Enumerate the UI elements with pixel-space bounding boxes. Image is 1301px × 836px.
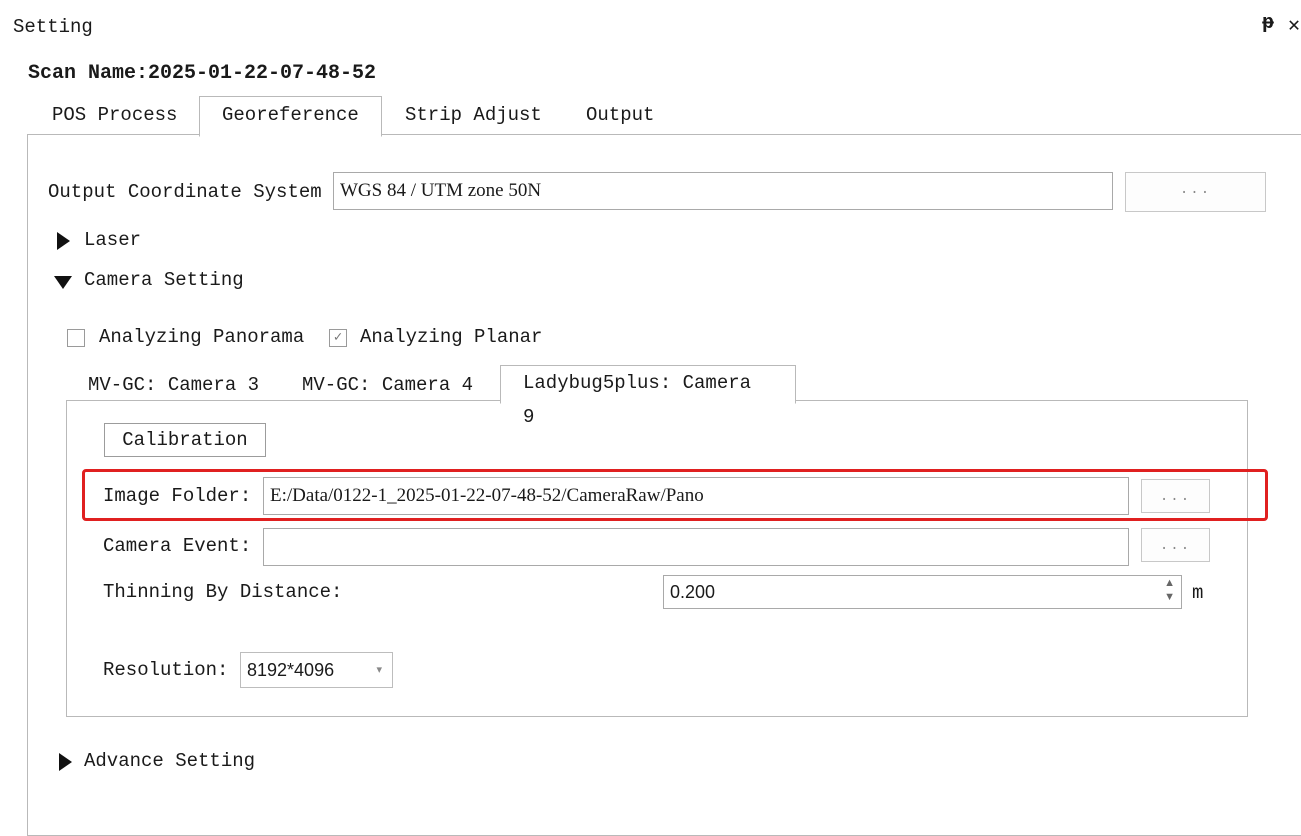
camera-event-label: Camera Event: <box>103 535 252 557</box>
calibration-button[interactable]: Calibration <box>104 423 266 457</box>
thinning-label: Thinning By Distance: <box>103 581 343 603</box>
expand-right-icon[interactable] <box>59 753 72 771</box>
thinning-spinbox[interactable]: 0.200 ▲ ▼ <box>663 575 1182 609</box>
analyzing-planar-checkbox[interactable]: ✓ <box>329 329 347 347</box>
tab-georeference[interactable]: Georeference <box>199 96 382 137</box>
output-cs-label: Output Coordinate System <box>48 181 322 203</box>
analyzing-panorama-checkbox[interactable] <box>67 329 85 347</box>
highlight-box <box>82 469 1268 521</box>
laser-section-label[interactable]: Laser <box>84 229 141 251</box>
thinning-unit: m <box>1192 582 1204 604</box>
expand-right-icon[interactable] <box>57 232 70 250</box>
close-icon[interactable]: ✕ <box>1288 12 1300 38</box>
chevron-down-icon: ▾ <box>376 664 382 676</box>
pin-icon[interactable]: ᵽ <box>1262 12 1274 35</box>
tab-output[interactable]: Output <box>564 97 676 133</box>
tab-strip-adjust[interactable]: Strip Adjust <box>383 97 564 133</box>
spin-arrows-icon[interactable]: ▲ ▼ <box>1164 576 1175 604</box>
output-cs-field[interactable]: WGS 84 / UTM zone 50N <box>333 172 1113 210</box>
advance-setting-section-label[interactable]: Advance Setting <box>84 750 255 772</box>
analyzing-planar-label[interactable]: Analyzing Planar <box>360 326 542 348</box>
scan-name: Scan Name:2025-01-22-07-48-52 <box>28 62 377 85</box>
analyzing-panorama-label[interactable]: Analyzing Panorama <box>99 326 304 348</box>
thinning-value: 0.200 <box>670 582 716 602</box>
camera-event-browse-button[interactable]: ... <box>1141 528 1210 562</box>
resolution-label: Resolution: <box>103 659 229 681</box>
tab-camera-9[interactable]: Ladybug5plus: Camera 9 <box>500 365 796 428</box>
camera-event-field[interactable] <box>263 528 1129 566</box>
tab-camera-3[interactable]: MV-GC: Camera 3 <box>66 368 281 402</box>
resolution-value: 8192*4096 <box>247 660 335 680</box>
output-cs-browse-button[interactable]: ... <box>1125 172 1266 212</box>
camera-setting-section-label[interactable]: Camera Setting <box>84 269 244 291</box>
tab-pos-process[interactable]: POS Process <box>30 97 199 133</box>
window-title: Setting <box>13 16 93 38</box>
collapse-down-icon[interactable] <box>54 276 72 289</box>
tab-camera-4[interactable]: MV-GC: Camera 4 <box>280 368 495 402</box>
resolution-select[interactable]: 8192*4096 ▾ <box>240 652 393 688</box>
